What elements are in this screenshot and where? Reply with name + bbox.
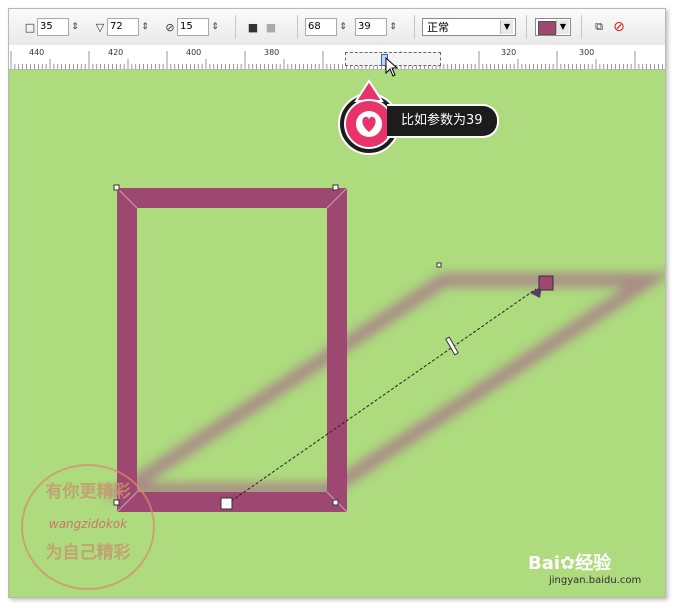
shadow-opacity-input[interactable]: 68 (305, 18, 337, 36)
toolbar-separator (297, 15, 298, 39)
shadow-clear-icon[interactable]: ■ (262, 20, 280, 34)
baidu-logo-text: Bai (528, 553, 561, 574)
param-group-c: ⊘ 15 ⇕ (163, 18, 227, 36)
callout-label: 比如参数为39 (387, 104, 499, 138)
param-group-b: ▽ 72 ⇕ (93, 18, 157, 36)
selection-handle[interactable] (332, 499, 339, 506)
drop-shadow (100, 273, 665, 497)
param-c-spinner[interactable]: ⇕ (209, 19, 221, 35)
mouse-cursor-icon (385, 57, 399, 77)
selection-handle[interactable] (436, 262, 442, 268)
ruler-label: 420 (108, 48, 124, 57)
shadow-opacity-spinner[interactable]: ⇕ (337, 19, 349, 35)
feather-icon: ⊘ (165, 20, 175, 34)
toolbar-separator (581, 15, 582, 39)
ruler-label: 440 (29, 48, 45, 57)
blend-mode-value: 正常 (427, 21, 449, 34)
rectangle-frame[interactable] (117, 188, 347, 512)
ruler-label: 320 (501, 48, 517, 57)
shadow-feather-input[interactable]: 39 (355, 18, 387, 36)
param-a-spinner[interactable]: ⇕ (69, 19, 81, 35)
baidu-logo-suffix: 经验 (575, 553, 612, 574)
shadow-copy-icon[interactable]: ■ (244, 20, 262, 34)
param-b-input[interactable]: 72 (107, 18, 139, 36)
clear-shadow-icon[interactable]: ⊘ (609, 19, 629, 35)
ruler-label: 300 (579, 48, 595, 57)
shadow-tools: ■ ■ (244, 18, 280, 36)
application-window: □ 35 ⇕ ▽ 72 ⇕ ⊘ 15 ⇕ ■ ■ 68 ⇕ 39 ⇕ 正常 ▼ (8, 8, 666, 598)
param-group-d: 68 ⇕ 39 ⇕ (305, 18, 405, 36)
watermark-stamp: 有你更精彩 wangzidokok 为自己精彩 (21, 464, 155, 590)
param-c-input[interactable]: 15 (177, 18, 209, 36)
ruler-label: 400 (186, 48, 202, 57)
param-b-spinner[interactable]: ⇕ (139, 19, 151, 35)
chevron-down-icon: ▼ (500, 20, 513, 34)
watermark-line-2: wangzidokok (49, 517, 128, 531)
shadow-opacity-slider-handle[interactable] (445, 336, 459, 356)
param-group-a: □ 35 ⇕ (23, 18, 87, 36)
property-bar: □ 35 ⇕ ▽ 72 ⇕ ⊘ 15 ⇕ ■ ■ 68 ⇕ 39 ⇕ 正常 ▼ (9, 9, 665, 46)
shadow-start-handle[interactable] (220, 497, 233, 510)
shadow-feather-spinner[interactable]: ⇕ (387, 19, 399, 35)
extra-tools: ⧉ ⊘ (589, 18, 629, 36)
selection-handle[interactable] (332, 184, 339, 191)
baidu-logo: Bai✿经验 (528, 549, 611, 575)
square-icon: □ (24, 20, 36, 34)
toolbar-separator (526, 15, 527, 39)
funnel-icon: ▽ (95, 20, 105, 34)
baidu-url: jingyan.baidu.com (549, 575, 642, 586)
copy-properties-icon[interactable]: ⧉ (589, 20, 609, 34)
param-a-input[interactable]: 35 (37, 18, 69, 36)
color-swatch (538, 21, 556, 35)
horizontal-ruler: 440 420 400 380 320 300 (9, 45, 665, 70)
shadow-color-picker[interactable]: ▼ (535, 18, 571, 36)
blend-mode-select[interactable]: 正常 ▼ (422, 18, 516, 36)
selection-handle[interactable] (113, 184, 120, 191)
toolbar-separator (414, 15, 415, 39)
shadow-end-handle[interactable] (538, 275, 554, 291)
chevron-down-icon: ▼ (556, 20, 569, 34)
ruler-label: 380 (264, 48, 280, 57)
watermark-line-1: 有你更精彩 (46, 481, 131, 502)
watermark-line-3: 为自己精彩 (46, 542, 131, 563)
paw-icon: ✿ (560, 553, 576, 574)
toolbar-separator (235, 15, 236, 39)
